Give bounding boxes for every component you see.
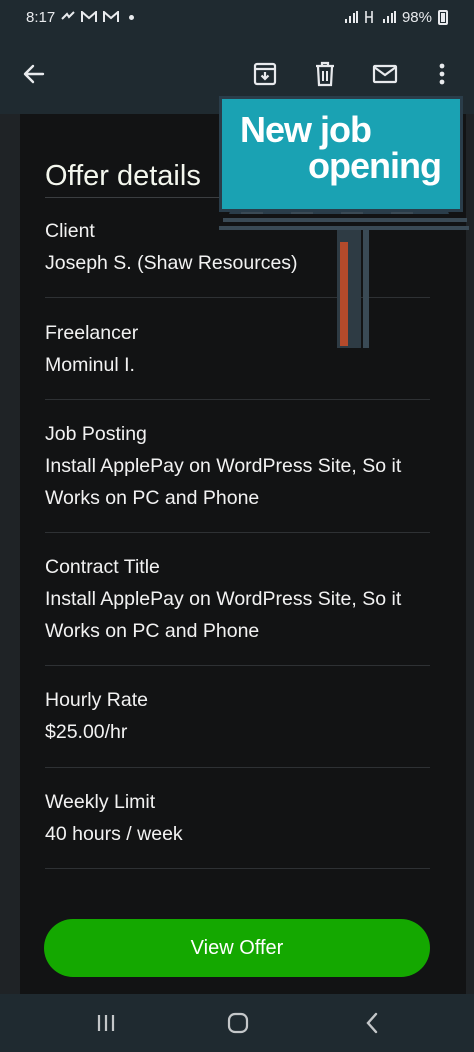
divider bbox=[45, 532, 430, 533]
battery-icon bbox=[438, 9, 448, 25]
divider bbox=[45, 868, 430, 869]
signal-icon bbox=[344, 11, 358, 23]
mail-icon bbox=[372, 64, 398, 84]
delete-button[interactable] bbox=[303, 52, 347, 96]
billboard-overlay: New job opening bbox=[219, 96, 474, 350]
field-value: Install ApplePay on WordPress Site, So i… bbox=[45, 588, 402, 642]
divider bbox=[45, 665, 430, 666]
mark-unread-button[interactable] bbox=[363, 52, 407, 96]
field-label: Contract Title bbox=[45, 556, 160, 578]
billboard-panel: New job opening bbox=[219, 96, 463, 212]
status-right: 98% bbox=[344, 9, 448, 26]
recents-icon bbox=[97, 1015, 115, 1031]
billboard-line2: opening bbox=[308, 145, 442, 186]
status-time: 8:17 bbox=[26, 8, 56, 26]
view-offer-button[interactable]: View Offer bbox=[44, 919, 430, 977]
field-label: Job Posting bbox=[45, 423, 147, 445]
system-nav-bar bbox=[0, 994, 474, 1052]
offer-title: Offer details bbox=[45, 160, 201, 192]
field-value: Install ApplePay on WordPress Site, So i… bbox=[45, 455, 402, 509]
field-weekly-limit: Weekly Limit 40 hours / week bbox=[45, 786, 430, 850]
field-value: $25.00/hr bbox=[45, 721, 128, 743]
gmail-icon bbox=[103, 11, 120, 22]
lte-icon bbox=[365, 11, 373, 23]
archive-icon bbox=[253, 62, 277, 86]
divider bbox=[45, 767, 430, 768]
status-left: 8:17 bbox=[26, 8, 135, 26]
field-label: Hourly Rate bbox=[45, 689, 148, 711]
gmail-icon bbox=[81, 11, 98, 22]
dot-icon bbox=[129, 14, 135, 20]
signal-icon-2 bbox=[382, 11, 396, 23]
field-hourly-rate: Hourly Rate $25.00/hr bbox=[45, 684, 430, 748]
field-contract-title: Contract Title Install ApplePay on WordP… bbox=[45, 551, 430, 647]
nav-back-button[interactable] bbox=[350, 1003, 394, 1043]
field-value: 40 hours / week bbox=[45, 823, 183, 845]
messenger-icon bbox=[61, 11, 75, 20]
arrow-left-icon bbox=[23, 64, 45, 84]
more-options-button[interactable] bbox=[420, 52, 464, 96]
home-icon bbox=[227, 1012, 249, 1034]
archive-button[interactable] bbox=[243, 52, 287, 96]
field-job-posting: Job Posting Install ApplePay on WordPres… bbox=[45, 418, 430, 514]
field-value: Mominul I. bbox=[45, 354, 135, 376]
recents-button[interactable] bbox=[84, 1003, 128, 1043]
back-button[interactable] bbox=[12, 52, 56, 96]
trash-icon bbox=[316, 61, 334, 87]
status-bar: 8:17 98% bbox=[0, 0, 474, 34]
divider bbox=[45, 399, 430, 400]
home-button[interactable] bbox=[216, 1003, 260, 1043]
more-vert-icon bbox=[439, 63, 445, 85]
title-divider bbox=[45, 197, 220, 198]
field-label: Weekly Limit bbox=[45, 791, 156, 813]
battery-percent: 98% bbox=[401, 8, 432, 26]
back-chevron-icon bbox=[366, 1012, 378, 1034]
